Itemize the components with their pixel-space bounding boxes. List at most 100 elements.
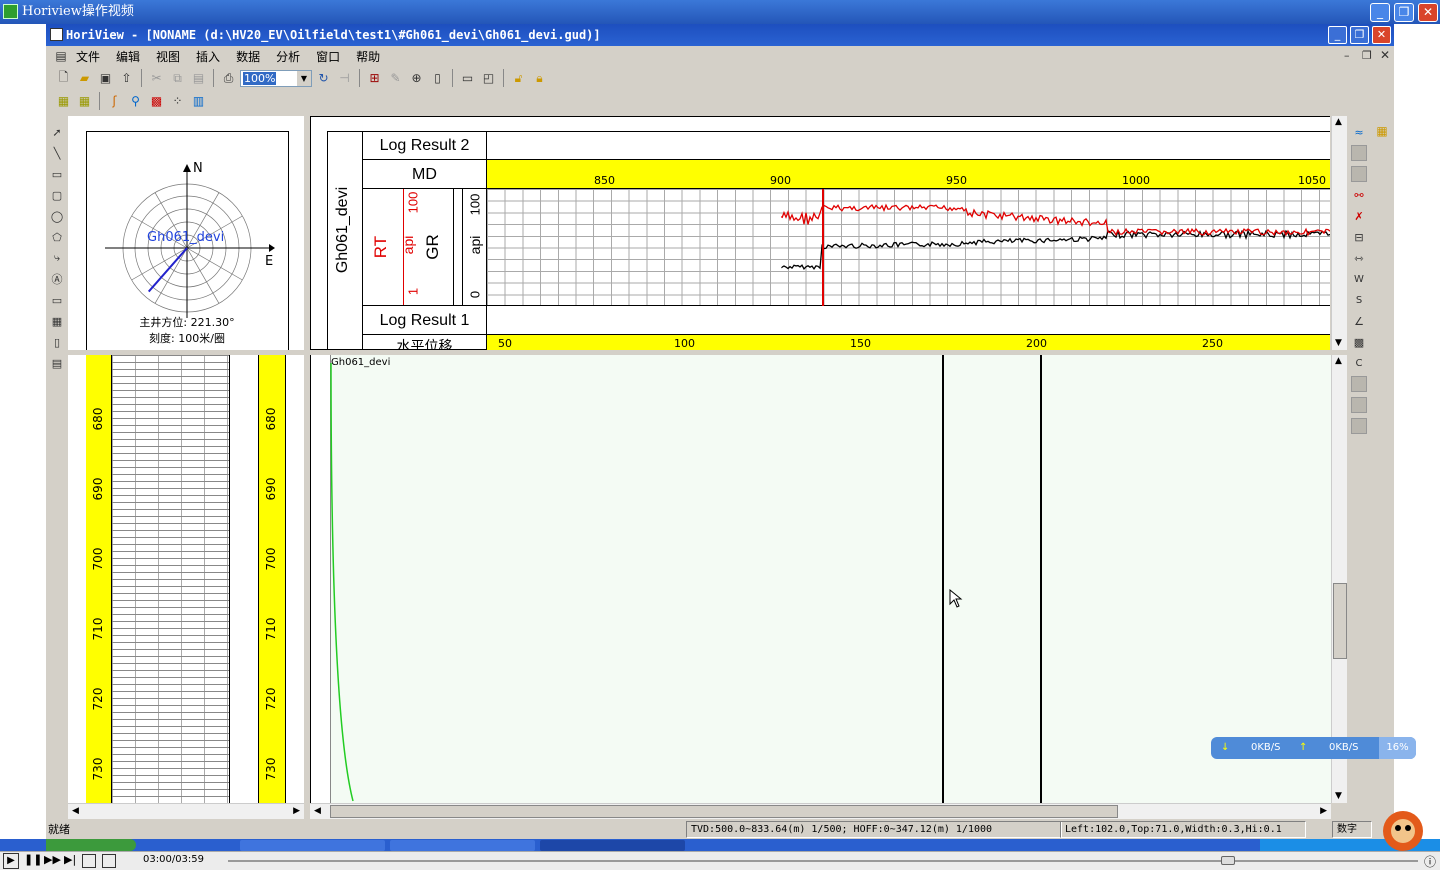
player-thumb[interactable] bbox=[1220, 856, 1235, 865]
menu-view[interactable]: 视图 bbox=[148, 48, 188, 65]
palette-icon[interactable]: ▦ bbox=[1374, 123, 1390, 139]
next-icon[interactable]: ▶| bbox=[64, 853, 76, 866]
lock-icon[interactable]: 🔒︎ bbox=[530, 69, 549, 87]
scroll-down-icon[interactable]: ▼ bbox=[1335, 791, 1342, 801]
curve-icon[interactable]: ʃ bbox=[105, 92, 124, 110]
well-icon[interactable]: ⚲ bbox=[126, 92, 145, 110]
fit-width-icon[interactable]: ⇿ bbox=[1351, 250, 1367, 266]
cross-wells-icon[interactable]: ✗ bbox=[1351, 208, 1367, 224]
frame-icon[interactable]: ◰ bbox=[479, 69, 498, 87]
layer-icon[interactable]: ⊟ bbox=[1351, 229, 1367, 245]
color-map-icon[interactable]: ▩ bbox=[147, 92, 166, 110]
section-vscroll[interactable]: ▲ ▼ bbox=[1331, 355, 1347, 803]
label-icon[interactable]: ▭ bbox=[49, 292, 65, 308]
fullscreen-icon[interactable] bbox=[82, 854, 96, 868]
wave-icon[interactable]: ≈ bbox=[1351, 124, 1367, 140]
hscroll-thumb[interactable] bbox=[330, 805, 1118, 818]
pointer-icon[interactable]: ➚ bbox=[49, 124, 65, 140]
sheet-icon[interactable]: ▦ bbox=[75, 92, 94, 110]
chart-icon[interactable]: ▦ bbox=[54, 92, 73, 110]
legend-icon[interactable]: ▤ bbox=[49, 355, 65, 371]
w-icon[interactable]: W bbox=[1351, 271, 1367, 287]
histogram-icon[interactable]: ▥ bbox=[189, 92, 208, 110]
fast-forward-icon[interactable]: ▶▶ bbox=[44, 853, 61, 866]
tool-slot-icon[interactable] bbox=[1351, 166, 1367, 182]
grid-icon[interactable]: ⊞ bbox=[365, 69, 384, 87]
scroll-right-icon[interactable]: ▶ bbox=[293, 806, 300, 816]
chevron-down-icon[interactable]: ▼ bbox=[297, 70, 311, 86]
bar-icon[interactable]: ▯ bbox=[428, 69, 447, 87]
tool-slot-icon[interactable] bbox=[1351, 376, 1367, 392]
scatter-icon[interactable]: ⁘ bbox=[168, 92, 187, 110]
rectangle-icon[interactable]: ▭ bbox=[49, 166, 65, 182]
ellipse-icon[interactable]: ◯ bbox=[49, 208, 65, 224]
menu-help[interactable]: 帮助 bbox=[348, 48, 388, 65]
s-icon[interactable]: S bbox=[1351, 292, 1367, 308]
play-icon[interactable]: ▶ bbox=[3, 853, 19, 869]
target-icon[interactable]: ⊕ bbox=[407, 69, 426, 87]
wells-icon[interactable]: ⚯ bbox=[1351, 187, 1367, 203]
log-vscroll[interactable]: ▲ ▼ bbox=[1331, 116, 1347, 350]
restore-icon[interactable]: ❐ bbox=[1394, 3, 1414, 22]
taskbar-item-active[interactable] bbox=[540, 840, 685, 851]
close-icon[interactable]: ✕ bbox=[1418, 3, 1438, 22]
zoom-select[interactable]: 100% ▼ bbox=[240, 69, 312, 87]
scroll-left-icon[interactable]: ◀ bbox=[314, 806, 321, 816]
scroll-up-icon[interactable]: ▲ bbox=[1335, 117, 1342, 127]
ruler-icon[interactable]: ⊣ bbox=[335, 69, 354, 87]
mdi-minimize-icon[interactable]: – bbox=[1344, 49, 1350, 62]
save-icon[interactable]: ▣ bbox=[96, 69, 115, 87]
menu-file[interactable]: 文件 bbox=[68, 48, 108, 65]
tool-slot-icon[interactable] bbox=[1351, 397, 1367, 413]
taskbar-item[interactable] bbox=[240, 840, 385, 851]
paste-icon[interactable]: ▤ bbox=[189, 69, 208, 87]
tool-slot-icon[interactable] bbox=[1351, 418, 1367, 434]
pattern-icon[interactable]: ▩ bbox=[1351, 334, 1367, 350]
scroll-left-icon[interactable]: ◀ bbox=[72, 806, 79, 816]
cut-icon[interactable]: ✂ bbox=[147, 69, 166, 87]
refresh-icon[interactable]: ↻ bbox=[314, 69, 333, 87]
menu-edit[interactable]: 编辑 bbox=[108, 48, 148, 65]
taskbar-item[interactable] bbox=[390, 840, 535, 851]
table-icon[interactable]: ▭ bbox=[458, 69, 477, 87]
player-track[interactable] bbox=[228, 856, 1418, 865]
menu-data[interactable]: 数据 bbox=[228, 48, 268, 65]
unlock-icon[interactable]: 🔓︎ bbox=[509, 69, 528, 87]
window-mode-icon[interactable] bbox=[102, 854, 116, 868]
text-icon[interactable]: Ⓐ bbox=[49, 271, 65, 287]
new-icon[interactable]: 🗋 bbox=[54, 69, 73, 87]
depth-hscroll[interactable]: ◀ ▶ bbox=[68, 803, 304, 819]
menu-insert[interactable]: 插入 bbox=[188, 48, 228, 65]
start-button[interactable] bbox=[46, 839, 136, 851]
scroll-up-icon[interactable]: ▲ bbox=[1335, 356, 1342, 366]
scroll-thumb[interactable] bbox=[1333, 583, 1347, 659]
table-tool-icon[interactable]: ▦ bbox=[49, 313, 65, 329]
c-icon[interactable]: C bbox=[1351, 355, 1367, 371]
scroll-right-icon[interactable]: ▶ bbox=[1320, 806, 1327, 816]
scroll-down-icon[interactable]: ▼ bbox=[1335, 338, 1342, 348]
print-icon[interactable]: ⎙ bbox=[219, 69, 238, 87]
rounded-rect-icon[interactable]: ▢ bbox=[49, 187, 65, 203]
separator bbox=[359, 69, 360, 87]
angle-icon[interactable]: ∠ bbox=[1351, 313, 1367, 329]
pause-icon[interactable]: ❚❚ bbox=[24, 853, 42, 866]
page-icon[interactable]: ▯ bbox=[49, 334, 65, 350]
line-icon[interactable]: ╲ bbox=[49, 145, 65, 161]
menu-window[interactable]: 窗口 bbox=[308, 48, 348, 65]
mdi-restore-icon[interactable]: ❐ bbox=[1362, 49, 1372, 62]
mdi-doc-icon[interactable]: ▤ bbox=[54, 47, 68, 65]
polygon-icon[interactable]: ⬠ bbox=[49, 229, 65, 245]
minimize-icon[interactable]: _ bbox=[1370, 3, 1390, 22]
pen-icon[interactable]: ✎ bbox=[386, 69, 405, 87]
app-close-icon[interactable]: ✕ bbox=[1372, 26, 1391, 44]
polyline-icon[interactable]: ⤷ bbox=[49, 250, 65, 266]
app-minimize-icon[interactable]: _ bbox=[1328, 26, 1347, 44]
app-maximize-icon[interactable]: ❐ bbox=[1350, 26, 1369, 44]
open-icon[interactable]: ▰ bbox=[75, 69, 94, 87]
section-hscroll[interactable]: ◀ ▶ bbox=[310, 803, 1331, 819]
mdi-close-icon[interactable]: ✕ bbox=[1380, 48, 1390, 62]
tool-slot-icon[interactable] bbox=[1351, 145, 1367, 161]
copy-icon[interactable]: ⧉ bbox=[168, 69, 187, 87]
import-icon[interactable]: ⇧ bbox=[117, 69, 136, 87]
menu-analysis[interactable]: 分析 bbox=[268, 48, 308, 65]
